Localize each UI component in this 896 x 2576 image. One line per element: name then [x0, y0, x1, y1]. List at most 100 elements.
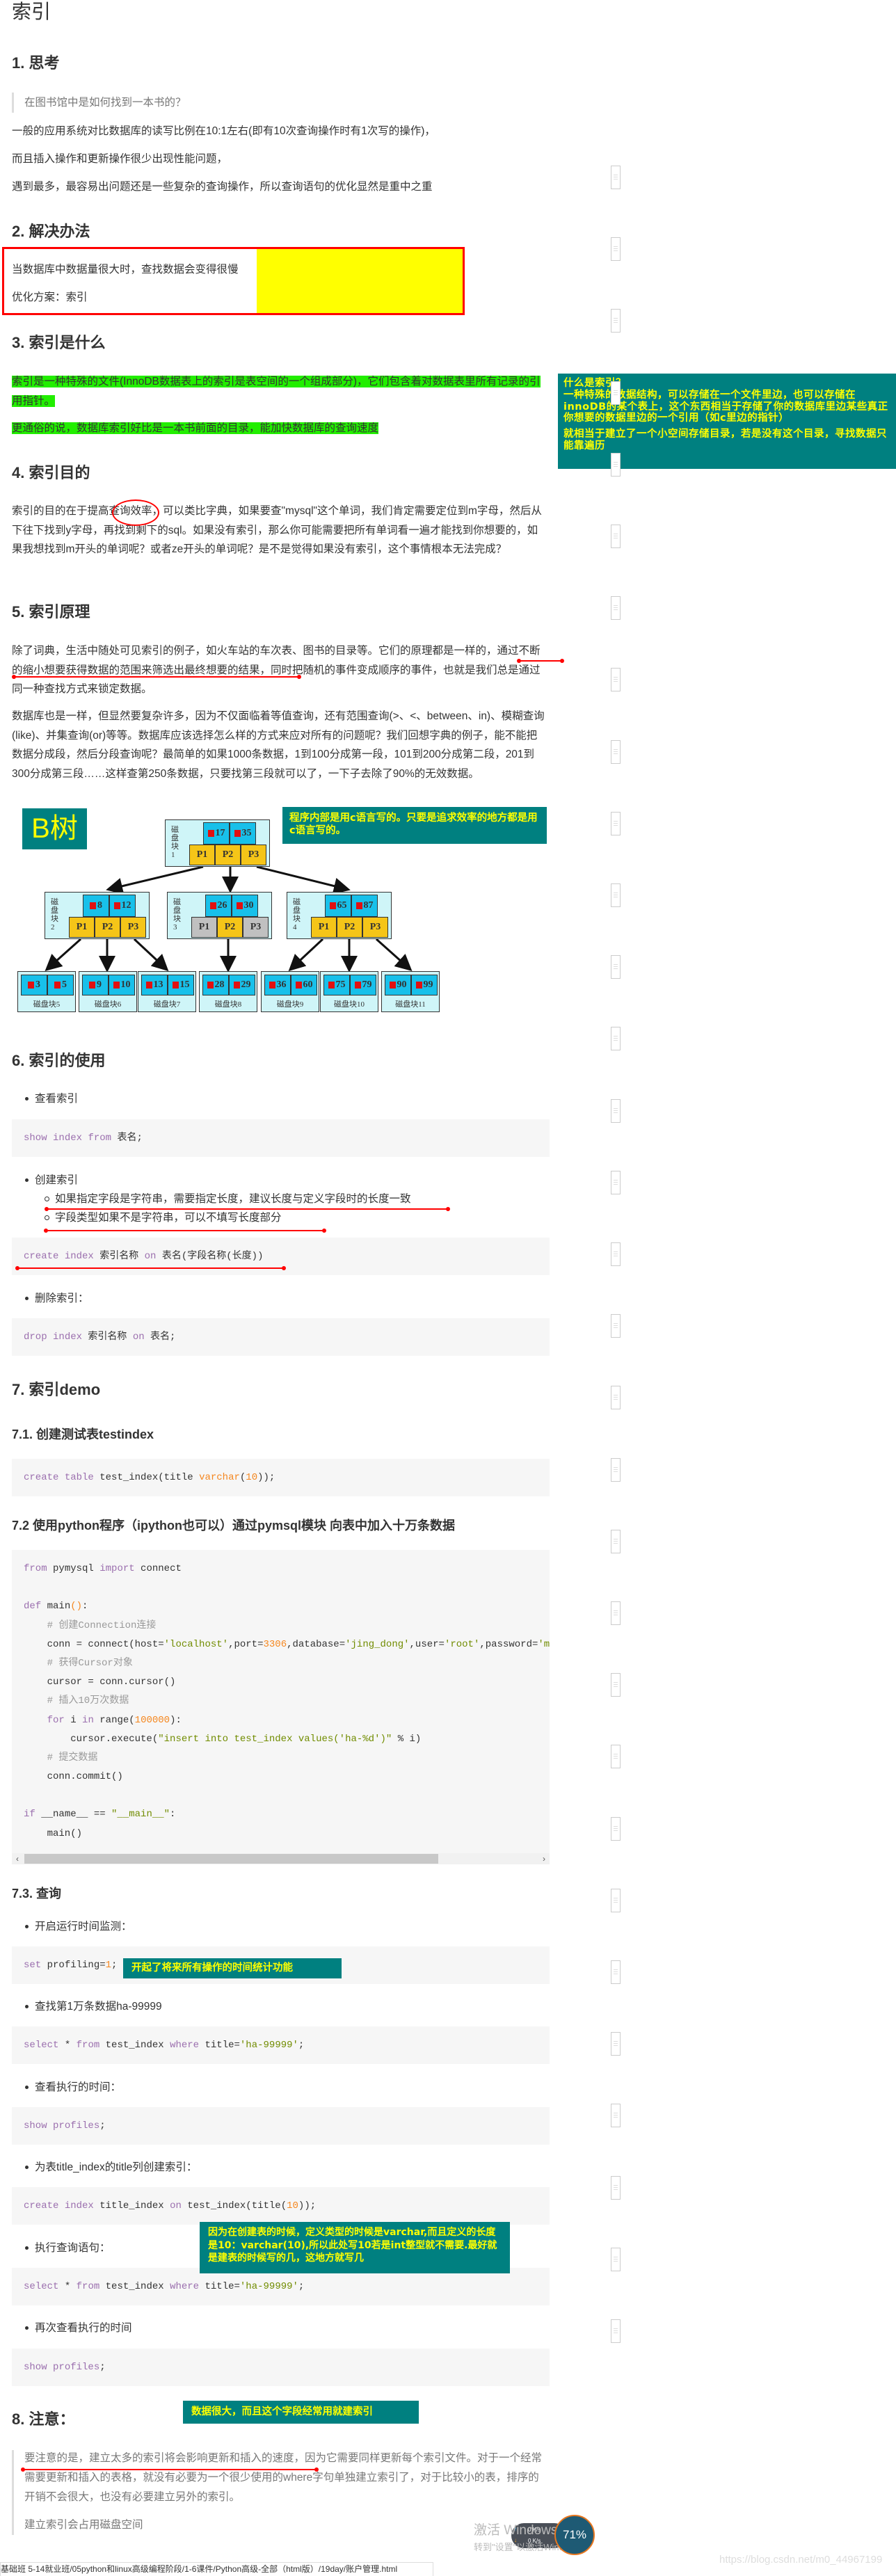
- side-marker-icon[interactable]: [611, 309, 621, 333]
- side-marker-icon[interactable]: [611, 237, 621, 261]
- code-token: select: [24, 2281, 59, 2292]
- highlighted-analogy: 更通俗的说，数据库索引好比是一本书前面的目录，能加快数据库的查询速度: [12, 419, 547, 438]
- side-marker-icon[interactable]: [611, 2104, 621, 2127]
- text: 查看索引: [35, 1093, 79, 1105]
- btree-key: 28: [202, 975, 229, 995]
- code-token: main(): [24, 1827, 83, 1839]
- side-marker-icon[interactable]: [611, 1242, 621, 1266]
- side-marker-icon[interactable]: [611, 525, 621, 548]
- side-marker-icon[interactable]: [611, 453, 621, 477]
- side-marker-icon[interactable]: [611, 1386, 621, 1409]
- code-token: 'ha-99999': [239, 2281, 298, 2292]
- code-token: ):: [170, 1714, 182, 1726]
- side-marker-icon[interactable]: [611, 1458, 621, 1482]
- heading-query: 7.3. 查询: [12, 1887, 62, 1901]
- key-value: 15: [179, 979, 190, 990]
- code-token: test_index(title: [93, 1472, 200, 1483]
- text: 查找第1万条数据ha-99999: [35, 2001, 162, 2013]
- code-token: ;: [298, 2040, 305, 2051]
- code-line: # 获得Cursor对象: [24, 1654, 550, 1673]
- btree-key: 8: [83, 895, 109, 917]
- code-token: on: [144, 1251, 157, 1262]
- code-token: for: [47, 1714, 65, 1726]
- code-line: show profiles;: [24, 2107, 550, 2145]
- red-underline-annotation: [15, 1266, 286, 1270]
- btree-key: 9: [82, 975, 109, 995]
- paragraph: 一般的应用系统对比数据库的读写比例在10:1左右(即有10次查询操作时有1次写的…: [12, 125, 435, 137]
- red-underline-annotation: [44, 1229, 326, 1233]
- btree-key: 99: [411, 975, 438, 995]
- scroll-left-icon[interactable]: ‹: [12, 1853, 23, 1864]
- side-marker-icon[interactable]: [611, 1530, 621, 1553]
- scrollbar-thumb[interactable]: [24, 1854, 438, 1864]
- key-value: 9: [97, 979, 102, 990]
- paragraph-purpose: 索引的目的在于提高查询效率，可以类比字典，如果要查"mysql"这个单词，我们肯…: [12, 502, 547, 559]
- heading-principle: 5. 索引原理: [12, 603, 90, 621]
- code-token: def: [24, 1601, 42, 1613]
- text: 查看执行的时间：: [35, 2081, 122, 2093]
- code-line: def main():: [24, 1597, 550, 1616]
- code-token: :: [82, 1601, 88, 1613]
- side-marker-icon[interactable]: [611, 2032, 621, 2056]
- record-marker-icon: [269, 982, 275, 989]
- side-marker-icon[interactable]: [611, 381, 621, 405]
- side-marker-icon[interactable]: [611, 1889, 621, 1912]
- text: 如果指定字段是字符串，需要指定长度，建议长度与定义字段时的长度一致: [55, 1193, 411, 1205]
- code-line: # 创建Connection连接: [24, 1617, 550, 1635]
- red-underline-annotation: [517, 659, 564, 663]
- key-value: 60: [303, 979, 313, 990]
- scroll-right-icon[interactable]: ›: [538, 1853, 550, 1864]
- btree-pointer: P3: [120, 917, 146, 938]
- windows-activation-title: 激活 Windows: [474, 2523, 558, 2538]
- side-marker-icon[interactable]: [611, 1601, 621, 1625]
- record-marker-icon: [172, 982, 179, 989]
- note-what-is-index: 什么是索引？ 一种特殊的数据结构，可以存储在一个文件里边，也可以存储在innoD…: [558, 374, 896, 469]
- key-value: 29: [241, 979, 251, 990]
- side-marker-icon[interactable]: [611, 883, 621, 907]
- code-token: show: [24, 1133, 47, 1144]
- code-block: select * from test_index where title='ha…: [12, 2026, 550, 2064]
- code-line: # 提交数据: [24, 1749, 550, 1768]
- side-marker-icon[interactable]: [611, 740, 621, 764]
- btree-node: 磁盘块2 8 12 P1 P2 P3: [45, 892, 150, 939]
- side-marker-icon[interactable]: [611, 2176, 621, 2200]
- side-marker-icon[interactable]: [611, 1099, 621, 1123]
- side-marker-icon[interactable]: [611, 812, 621, 835]
- key-value: 13: [153, 979, 163, 990]
- side-marker-icon[interactable]: [611, 955, 621, 979]
- btree-leaf: 36 60 磁盘块9: [261, 971, 319, 1012]
- key-value: 90: [397, 979, 407, 990]
- code-token: on: [170, 2200, 182, 2211]
- side-marker-icon[interactable]: [611, 1673, 621, 1697]
- side-marker-icon[interactable]: [611, 1171, 621, 1194]
- side-marker-icon[interactable]: [611, 596, 621, 620]
- note-profiling: 开起了将来所有操作的时间统计功能: [123, 1958, 342, 1978]
- side-marker-icon[interactable]: [611, 1745, 621, 1768]
- key-value: 26: [217, 900, 227, 911]
- code-token: profiling=: [41, 1960, 106, 1971]
- btree-key: 75: [323, 975, 350, 995]
- btree-key: 3: [21, 975, 47, 995]
- side-marker-icon[interactable]: [611, 1817, 621, 1841]
- paragraph: 遇到最多，最容易出问题还是一些复杂的查询操作，所以查询语句的优化显然是重中之重: [12, 181, 433, 193]
- side-marker-icon[interactable]: [611, 2248, 621, 2271]
- btree-key: 13: [141, 975, 168, 995]
- list-item: 查看执行的时间：: [25, 2079, 121, 2096]
- side-marker-icon[interactable]: [611, 1960, 621, 1984]
- side-marker-icon[interactable]: [611, 166, 621, 189]
- cpu-usage-gauge[interactable]: 71%: [554, 2515, 595, 2555]
- side-marker-icon[interactable]: [611, 1027, 621, 1050]
- paragraph: 数据库也是一样，但显然要复杂许多，因为不仅面临着等值查询，还有范围查询(>、<、…: [12, 710, 545, 780]
- side-marker-icon[interactable]: [611, 2319, 621, 2343]
- side-marker-icon[interactable]: [611, 668, 621, 691]
- side-marker-icon[interactable]: [611, 1314, 621, 1338]
- record-marker-icon: [89, 982, 95, 989]
- code-horizontal-scrollbar[interactable]: ‹ ›: [12, 1853, 550, 1864]
- arrow: [288, 938, 324, 972]
- code-line: create table test_index(title varchar(10…: [24, 1459, 550, 1496]
- key-value: 99: [423, 979, 433, 990]
- heading-think: 1. 思考: [12, 54, 60, 72]
- code-line: create index title_index on test_index(t…: [24, 2187, 550, 2225]
